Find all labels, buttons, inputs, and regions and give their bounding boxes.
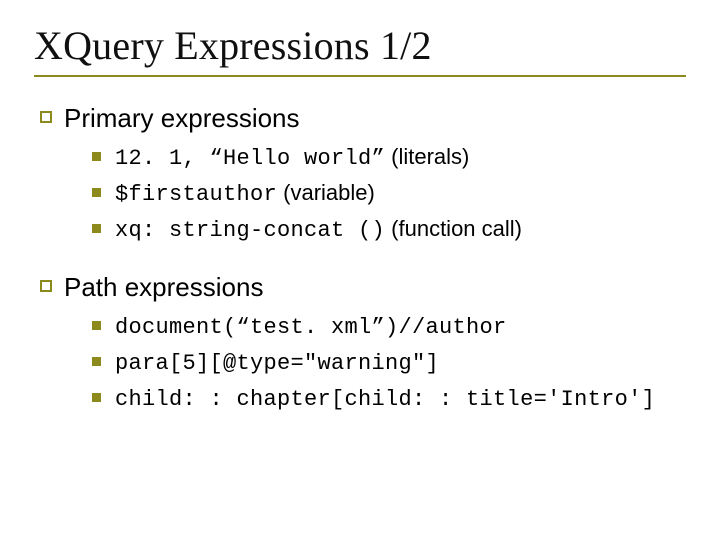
title-underline [34,75,686,77]
list-item-text: document(“test. xml”)//author [115,309,507,345]
slide-title: XQuery Expressions 1/2 [34,22,686,69]
square-bullet-icon [92,224,101,233]
square-bullet-icon [92,188,101,197]
list-item-text: para[5][@type="warning"] [115,345,439,381]
list-item: xq: string-concat () (function call) [92,212,686,248]
list-item: child: : chapter[child: : title='Intro'] [92,381,686,417]
section-heading: Primary expressions [40,103,686,134]
square-bullet-icon [92,393,101,402]
list-item: 12. 1, “Hello world” (literals) [92,140,686,176]
list-item-text: 12. 1, “Hello world” (literals) [115,140,469,176]
section-heading: Path expressions [40,272,686,303]
section-label: Primary expressions [64,103,300,134]
list-item: $firstauthor (variable) [92,176,686,212]
list-item-text: $firstauthor (variable) [115,176,375,212]
list-item-text: xq: string-concat () (function call) [115,212,522,248]
section-label: Path expressions [64,272,263,303]
item-list: document(“test. xml”)//author para[5][@t… [92,309,686,417]
item-list: 12. 1, “Hello world” (literals) $firstau… [92,140,686,248]
square-outline-icon [40,280,52,292]
list-item-text: child: : chapter[child: : title='Intro'] [115,381,655,417]
square-bullet-icon [92,321,101,330]
square-outline-icon [40,111,52,123]
list-item: document(“test. xml”)//author [92,309,686,345]
slide: XQuery Expressions 1/2 Primary expressio… [0,0,720,540]
square-bullet-icon [92,152,101,161]
list-item: para[5][@type="warning"] [92,345,686,381]
square-bullet-icon [92,357,101,366]
